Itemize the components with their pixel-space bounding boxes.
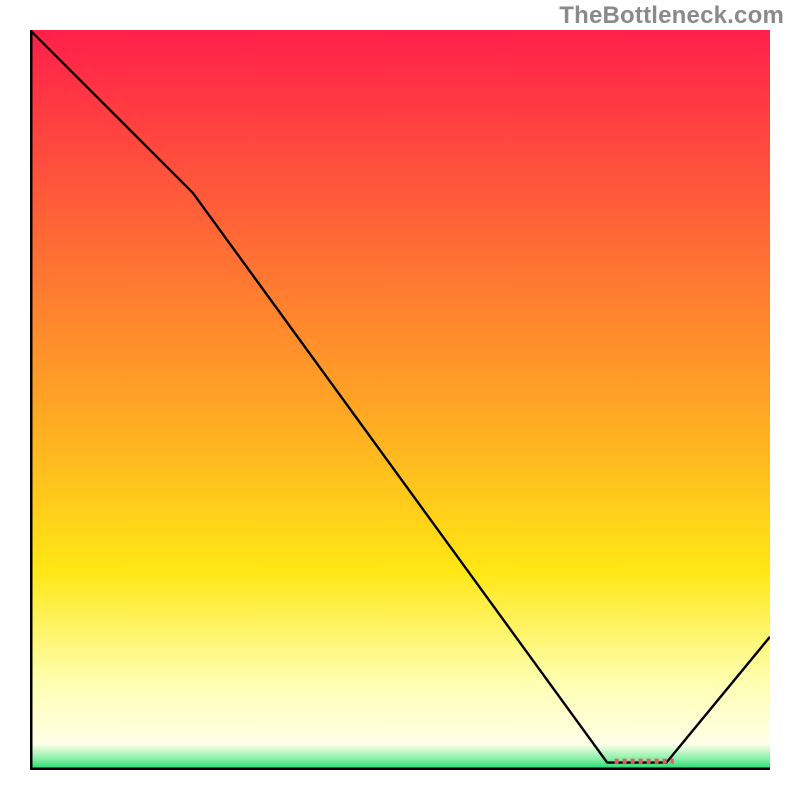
chart-svg [30, 30, 770, 770]
watermark-text: TheBottleneck.com [559, 2, 784, 30]
bottleneck-chart [30, 30, 770, 770]
